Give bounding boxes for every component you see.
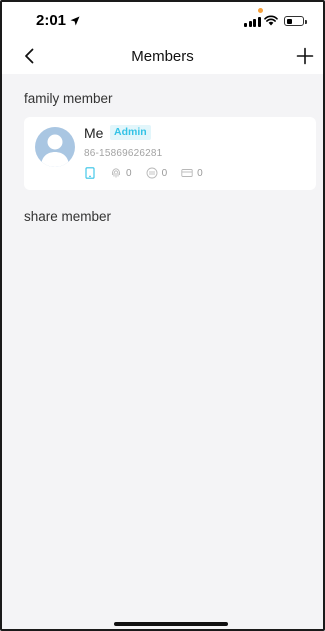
privacy-indicator-dot xyxy=(258,8,263,13)
status-bar: 2:01 xyxy=(2,2,323,38)
nav-bar: Members xyxy=(2,38,323,74)
status-time-group: 2:01 xyxy=(36,12,80,29)
wifi-icon xyxy=(264,15,278,26)
card-icon xyxy=(181,169,193,177)
family-member-heading: family member xyxy=(24,91,113,106)
battery-fill xyxy=(286,18,292,24)
member-name: Me xyxy=(84,125,104,141)
fingerprint-credential: 0 xyxy=(110,167,132,179)
location-arrow-icon xyxy=(70,16,80,25)
fingerprint-icon xyxy=(111,168,121,178)
app-screen: 2:01 Members family member Me Admin 86-1… xyxy=(0,0,325,631)
fingerprint-count: 0 xyxy=(126,167,132,179)
role-badge: Admin xyxy=(110,125,151,140)
credentials-row: 0 0 0 xyxy=(84,167,217,179)
user-silhouette-icon xyxy=(41,134,69,167)
phone-key-icon xyxy=(85,167,95,179)
battery-icon xyxy=(284,16,307,26)
chevron-left-icon[interactable] xyxy=(20,46,40,66)
member-card[interactable]: Me Admin 86-15869626281 0 0 0 xyxy=(24,117,316,190)
phone-key-credential xyxy=(84,167,96,179)
password-credential: 0 xyxy=(146,167,168,179)
password-icon xyxy=(146,167,158,179)
share-member-heading: share member xyxy=(24,209,112,224)
page-title: Members xyxy=(131,47,194,65)
home-indicator[interactable] xyxy=(114,622,228,626)
password-count: 0 xyxy=(161,167,168,179)
cellular-signal-icon xyxy=(244,17,261,27)
status-time: 2:01 xyxy=(36,12,67,29)
member-phone: 86-15869626281 xyxy=(84,148,163,159)
plus-icon[interactable] xyxy=(295,46,315,66)
card-credential: 0 xyxy=(181,167,203,179)
card-count: 0 xyxy=(197,167,203,179)
avatar xyxy=(35,127,75,167)
